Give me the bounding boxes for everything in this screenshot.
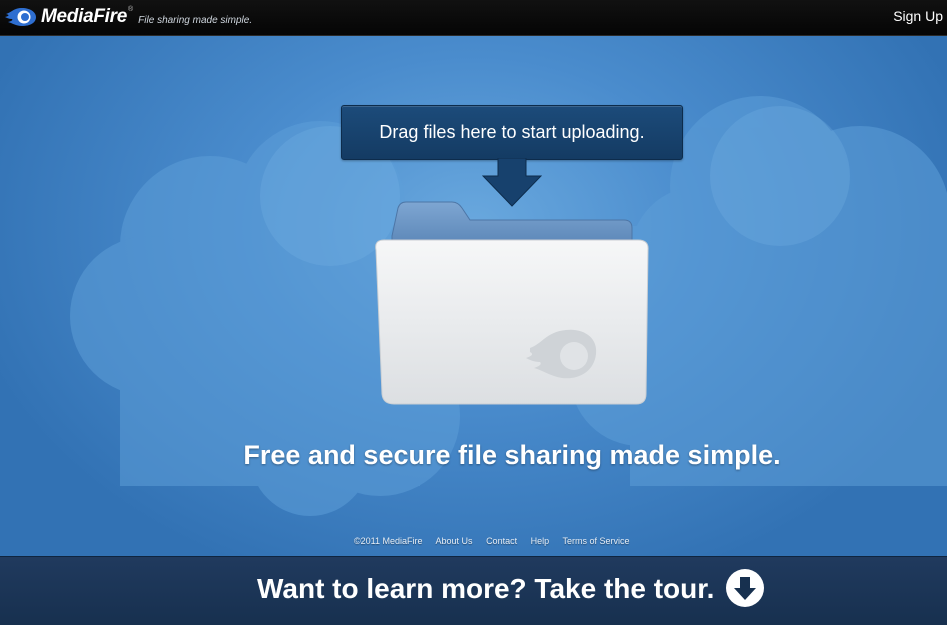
tour-text[interactable]: Want to learn more? Take the tour. xyxy=(257,573,714,605)
tour-banner[interactable]: Want to learn more? Take the tour. xyxy=(0,556,947,625)
sign-up-link[interactable]: Sign Up xyxy=(893,8,943,24)
terms-of-service-link[interactable]: Terms of Service xyxy=(562,536,629,546)
arrow-down-circle-icon xyxy=(734,577,756,600)
registered-mark: ® xyxy=(128,5,134,13)
footer-links: ©2011 MediaFire About Us Contact Help Te… xyxy=(354,536,641,546)
logo[interactable]: MediaFire ® File sharing made simple. xyxy=(4,3,252,31)
help-link[interactable]: Help xyxy=(531,536,550,546)
tagline: File sharing made simple. xyxy=(138,14,253,26)
mediafire-flame-icon xyxy=(5,8,36,26)
headline: Free and secure file sharing made simple… xyxy=(243,440,781,470)
brand-name: MediaFire xyxy=(41,6,127,27)
upload-tooltip: Drag files here to start uploading. xyxy=(341,105,683,160)
copyright-text: ©2011 MediaFire xyxy=(354,536,423,546)
top-bar: MediaFire ® File sharing made simple. Sig… xyxy=(0,0,947,36)
about-us-link[interactable]: About Us xyxy=(436,536,473,546)
contact-link[interactable]: Contact xyxy=(486,536,517,546)
tour-button[interactable] xyxy=(726,569,764,607)
upload-drop-zone[interactable]: Drag files here to start uploading. Free… xyxy=(0,36,947,556)
folder-icon[interactable] xyxy=(370,196,660,416)
